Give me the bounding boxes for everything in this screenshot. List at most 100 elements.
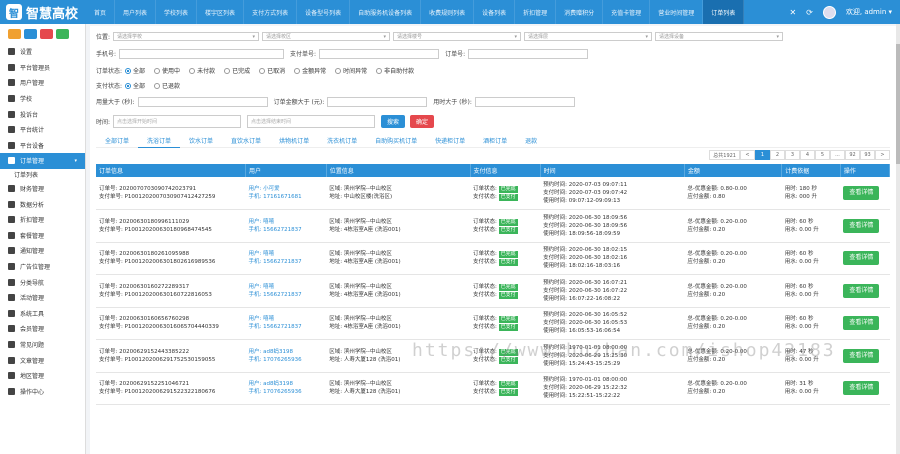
app-logo[interactable]: 智智慧高校 xyxy=(0,0,86,24)
tab-6[interactable]: 自助购买机订单 xyxy=(366,134,426,148)
scrollbar-thumb[interactable] xyxy=(896,44,900,164)
campus-select[interactable]: 请选择校区 ▾ xyxy=(262,32,391,41)
user-name[interactable]: 用户: 嘻嘻 xyxy=(249,250,324,258)
status-radio[interactable]: 时间异常 xyxy=(335,66,367,75)
user-name[interactable]: 用户: 嘻嘻 xyxy=(249,218,324,226)
tab-7[interactable]: 快递柜订单 xyxy=(426,134,474,148)
nav-tab[interactable]: 订单列表 xyxy=(703,0,745,24)
user-phone[interactable]: 手机: 15662721837 xyxy=(249,323,324,331)
view-detail-button[interactable]: 查看详情 xyxy=(843,218,880,233)
user-name[interactable]: 用户: 嘻嘻 xyxy=(249,283,324,291)
user-icon[interactable] xyxy=(24,29,37,39)
view-detail-button[interactable]: 查看详情 xyxy=(843,283,880,298)
tab-1[interactable]: 洗浴订单 xyxy=(138,134,181,148)
sidebar-item[interactable]: 平台管理员 xyxy=(0,60,85,76)
amount-input[interactable] xyxy=(327,96,428,107)
nav-tab[interactable]: 学校列表 xyxy=(156,0,198,24)
delete-icon[interactable] xyxy=(40,29,53,39)
phone-input[interactable] xyxy=(119,48,285,59)
nav-tab[interactable]: 营业时间管理 xyxy=(650,0,704,24)
user-name[interactable]: 用户: ad8蚂3198 xyxy=(249,380,324,388)
view-detail-button[interactable]: 查看详情 xyxy=(843,348,880,363)
usetime-input[interactable] xyxy=(474,96,575,107)
sidebar-item[interactable]: 投诉台 xyxy=(0,106,85,122)
tab-2[interactable]: 饮水订单 xyxy=(180,134,222,148)
status-radio[interactable]: 未付款 xyxy=(189,66,215,75)
pager-item[interactable]: 92 xyxy=(845,150,860,160)
sidebar-item[interactable]: 平台设备 xyxy=(0,138,85,154)
sidebar-item[interactable]: 折扣管理 xyxy=(0,212,85,228)
tab-4[interactable]: 烘物机订单 xyxy=(270,134,318,148)
search-button[interactable]: 搜索 xyxy=(381,115,406,128)
sidebar-item[interactable]: 广告位管理 xyxy=(0,259,85,275)
paystatus-radio[interactable]: 全部 xyxy=(125,81,145,90)
sidebar-item[interactable]: 套餐管理 xyxy=(0,228,85,244)
tab-5[interactable]: 洗衣机订单 xyxy=(318,134,366,148)
user-name[interactable]: 用户: 嘻嘻 xyxy=(249,315,324,323)
floor-select[interactable]: 请选择层 ▾ xyxy=(524,32,653,41)
pager-item[interactable]: 2 xyxy=(770,150,785,160)
pager-item[interactable]: 1 xyxy=(755,150,770,160)
usage-input[interactable] xyxy=(137,96,268,107)
nav-tab[interactable]: 用户列表 xyxy=(115,0,157,24)
nav-tab[interactable]: 充值卡管理 xyxy=(603,0,651,24)
status-radio[interactable]: 全部 xyxy=(125,66,145,75)
sidebar-item[interactable]: 分类导航 xyxy=(0,274,85,290)
nav-tab[interactable]: 支付方式列表 xyxy=(244,0,298,24)
user-name[interactable]: 用户: ad8蚂3198 xyxy=(249,348,324,356)
sidebar-item[interactable]: 用户管理 xyxy=(0,75,85,91)
sidebar-item[interactable]: 平台统计 xyxy=(0,122,85,138)
view-detail-button[interactable]: 查看详情 xyxy=(843,251,880,266)
payno-input[interactable] xyxy=(319,48,440,59)
view-detail-button[interactable]: 查看详情 xyxy=(843,381,880,396)
start-time-input[interactable]: 点击选择开始时间 xyxy=(113,115,242,128)
scrollbar[interactable] xyxy=(896,24,900,454)
sidebar-item[interactable]: 通知管理 xyxy=(0,243,85,259)
sidebar-item[interactable]: 学校 xyxy=(0,91,85,107)
sidebar-item[interactable]: 订单管理 ▾ xyxy=(0,153,85,169)
school-select[interactable]: 请选择学校 ▾ xyxy=(113,32,260,41)
sidebar-item[interactable]: 数据分析 xyxy=(0,196,85,212)
user-phone[interactable]: 手机: 17161671681 xyxy=(249,193,324,201)
sidebar-item[interactable]: 活动管理 xyxy=(0,290,85,306)
sidebar-item[interactable]: 系统工具 xyxy=(0,306,85,322)
status-radio[interactable]: 使用中 xyxy=(154,66,180,75)
user-phone[interactable]: 手机: 15662721837 xyxy=(249,291,324,299)
nav-tab[interactable]: 楼宇区列表 xyxy=(197,0,245,24)
pager-item[interactable]: < xyxy=(740,150,755,160)
status-radio[interactable]: 已取消 xyxy=(259,66,285,75)
nav-tab[interactable]: 首页 xyxy=(86,0,116,24)
nav-tab[interactable]: 自助服务机设备列表 xyxy=(350,0,422,24)
user-menu[interactable]: 欢迎, admin ▾ xyxy=(846,7,892,17)
status-radio[interactable]: 金额异常 xyxy=(294,66,326,75)
grid-icon[interactable] xyxy=(56,29,69,39)
view-detail-button[interactable]: 查看详情 xyxy=(843,316,880,331)
user-phone[interactable]: 手机: 17076265936 xyxy=(249,356,324,364)
sidebar-item[interactable]: 地区管理 xyxy=(0,368,85,384)
device-select[interactable]: 请选择设备 ▾ xyxy=(655,32,784,41)
tab-3[interactable]: 直饮水订单 xyxy=(222,134,270,148)
building-select[interactable]: 请选择楼号 ▾ xyxy=(393,32,522,41)
sidebar-item[interactable]: 财务管理 xyxy=(0,181,85,197)
nav-tab[interactable]: 消费赠积分 xyxy=(556,0,604,24)
user-phone[interactable]: 手机: 17076265936 xyxy=(249,388,324,396)
confirm-button[interactable]: 确定 xyxy=(410,115,435,128)
pager-item[interactable]: 5 xyxy=(815,150,830,160)
pager-item[interactable]: 4 xyxy=(800,150,815,160)
pager-item[interactable]: 93 xyxy=(860,150,875,160)
nav-tab[interactable]: 设备列表 xyxy=(474,0,516,24)
tab-0[interactable]: 全部订单 xyxy=(96,134,138,148)
view-detail-button[interactable]: 查看详情 xyxy=(843,186,880,200)
user-phone[interactable]: 手机: 15662721837 xyxy=(249,258,324,266)
user-name[interactable]: 用户: 小可爱 xyxy=(249,185,324,193)
refresh-icon[interactable]: ⟳ xyxy=(806,8,813,17)
pager-item[interactable]: ... xyxy=(830,150,845,160)
orderno-input[interactable] xyxy=(468,48,589,59)
user-phone[interactable]: 手机: 15662721837 xyxy=(249,226,324,234)
pager-item[interactable]: > xyxy=(875,150,890,160)
tab-9[interactable]: 退款 xyxy=(516,134,546,148)
home-icon[interactable] xyxy=(8,29,21,39)
pager-item[interactable]: 3 xyxy=(785,150,800,160)
status-radio[interactable]: 非自助付款 xyxy=(376,66,414,75)
nav-tab[interactable]: 折扣管理 xyxy=(515,0,557,24)
